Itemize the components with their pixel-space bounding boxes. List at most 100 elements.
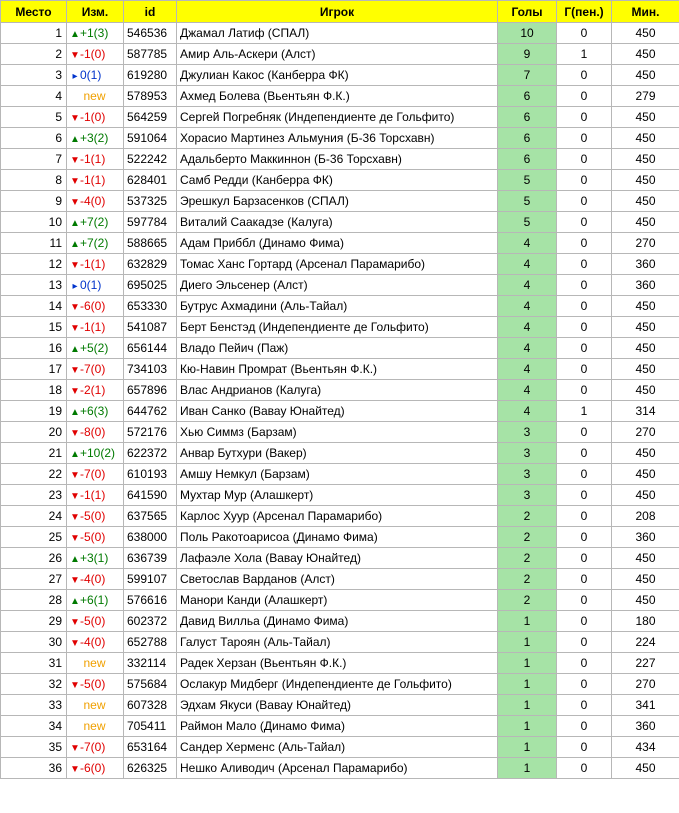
table-row[interactable]: 26 ▲+3(1) 636739 Лафаэле Хола (Вавау Юнайте…: [0, 547, 679, 569]
arrow-right-icon: ▸: [72, 71, 78, 82]
table-row[interactable]: 8 ▼-1(1) 628401 Самб Редди (Канберра ФК) 5 0 4…: [0, 169, 679, 191]
table-row[interactable]: 27 ▼-4(0) 599107 Светослав Варданов (Алст) 2…: [0, 568, 679, 590]
table-row[interactable]: 11 ▲+7(2) 588665 Адам Приббл (Динамо Фима) 4…: [0, 232, 679, 254]
table-row[interactable]: 25 ▼-5(0) 638000 Поль Ракотоарисоа (Динамо …: [0, 526, 679, 548]
table-row[interactable]: 24 ▼-5(0) 637565 Карлос Хуур (Арсенал Парам…: [0, 505, 679, 527]
change-value: -8(0): [80, 425, 106, 439]
change-value: 0(1): [80, 278, 102, 292]
table-row[interactable]: 36 ▼-6(0) 626325 Нешко Аливодич (Арсенал Па…: [0, 757, 679, 779]
header-place[interactable]: Место: [0, 0, 67, 23]
minutes-cell: 450: [611, 316, 679, 338]
change-value: -1(1): [80, 173, 106, 187]
table-row[interactable]: 32 ▼-5(0) 575684 Ослакур Мидберг (Индепенди…: [0, 673, 679, 695]
place-cell: 27: [0, 568, 67, 590]
table-row[interactable]: 4 new 578953 Ахмед Болева (Вьентьян Ф.К.) 6 0…: [0, 85, 679, 107]
place-cell: 30: [0, 631, 67, 653]
change-value: -1(1): [80, 257, 106, 271]
penalty-goals-cell: 0: [556, 631, 612, 653]
player-name-cell: Анвар Бутхури (Вакер): [176, 442, 498, 464]
change-value: -1(1): [80, 320, 106, 334]
place-cell: 3: [0, 64, 67, 86]
place-cell: 35: [0, 736, 67, 758]
table-row[interactable]: 14 ▼-6(0) 653330 Бутрус Ахмадини (Аль-Тайал…: [0, 295, 679, 317]
goals-cell: 3: [497, 421, 557, 443]
table-row[interactable]: 5 ▼-1(0) 564259 Сергей Погребняк (Индепенди…: [0, 106, 679, 128]
place-cell: 20: [0, 421, 67, 443]
header-goals[interactable]: Голы: [497, 0, 557, 23]
arrow-down-icon: ▼: [70, 323, 80, 334]
goals-cell: 2: [497, 505, 557, 527]
change-value: -4(0): [80, 635, 106, 649]
player-id-cell: 546536: [123, 22, 177, 44]
new-entry-badge: new: [83, 656, 106, 670]
goals-cell: 4: [497, 274, 557, 296]
goals-cell: 1: [497, 631, 557, 653]
table-row[interactable]: 7 ▼-1(1) 522242 Адальберто Маккиннон (Б-36 …: [0, 148, 679, 170]
player-id-cell: 657896: [123, 379, 177, 401]
header-player[interactable]: Игрок: [176, 0, 498, 23]
goals-cell: 2: [497, 547, 557, 569]
place-cell: 36: [0, 757, 67, 779]
table-row[interactable]: 1 ▲+1(3) 546536 Джамал Латиф (СПАЛ) 10 0 450: [0, 22, 679, 44]
table-row[interactable]: 35 ▼-7(0) 653164 Сандер Херменс (Аль-Тайал)…: [0, 736, 679, 758]
table-row[interactable]: 3 ▸ 0(1) 619280 Джулиан Какос (Канберра ФК) 7…: [0, 64, 679, 86]
table-row[interactable]: 15 ▼-1(1) 541087 Берт Бенстэд (Индепендиент…: [0, 316, 679, 338]
table-row[interactable]: 28 ▲+6(1) 576616 Манори Канди (Алашкерт) 2 0 4…: [0, 589, 679, 611]
arrow-down-icon: ▼: [70, 764, 80, 775]
table-row[interactable]: 20 ▼-8(0) 572176 Хью Симмз (Барзам) 3 0 270: [0, 421, 679, 443]
goals-cell: 9: [497, 43, 557, 65]
change-value: -6(0): [80, 761, 106, 775]
penalty-goals-cell: 0: [556, 274, 612, 296]
penalty-goals-cell: 0: [556, 568, 612, 590]
player-name-cell: Самб Редди (Канберра ФК): [176, 169, 498, 191]
arrow-up-icon: ▲: [70, 554, 80, 565]
player-name-cell: Ахмед Болева (Вьентьян Ф.К.): [176, 85, 498, 107]
table-row[interactable]: 9 ▼-4(0) 537325 Эрешкул Барзасенков (СПАЛ) 5…: [0, 190, 679, 212]
table-row[interactable]: 31 new 332114 Радек Херзан (Вьентьян Ф.К.) 1…: [0, 652, 679, 674]
player-name-cell: Манори Канди (Алашкерт): [176, 589, 498, 611]
header-penalties[interactable]: Г(пен.): [556, 0, 612, 23]
minutes-cell: 450: [611, 757, 679, 779]
place-cell: 12: [0, 253, 67, 275]
table-row[interactable]: 29 ▼-5(0) 602372 Давид Вилльа (Динамо Фима)…: [0, 610, 679, 632]
table-row[interactable]: 6 ▲+3(2) 591064 Хорасио Мартинез Альмуния (…: [0, 127, 679, 149]
change-value: -2(1): [80, 383, 106, 397]
table-row[interactable]: 23 ▼-1(1) 641590 Мухтар Мур (Алашкерт) 3 0 450: [0, 484, 679, 506]
place-cell: 8: [0, 169, 67, 191]
penalty-goals-cell: 0: [556, 421, 612, 443]
table-row[interactable]: 33 new 607328 Эдхам Якуси (Вавау Юнайтед) 1 0…: [0, 694, 679, 716]
table-row[interactable]: 10 ▲+7(2) 597784 Виталий Саакадзе (Калуга) 5…: [0, 211, 679, 233]
table-row[interactable]: 19 ▲+6(3) 644762 Иван Санко (Вавау Юнайтед)…: [0, 400, 679, 422]
place-cell: 26: [0, 547, 67, 569]
place-cell: 13: [0, 274, 67, 296]
change-cell: ▼-6(0): [66, 295, 124, 317]
table-row[interactable]: 18 ▼-2(1) 657896 Влас Андрианов (Калуга) 4 0 4…: [0, 379, 679, 401]
arrow-down-icon: ▼: [70, 743, 80, 754]
change-value: 0(1): [80, 68, 102, 82]
penalty-goals-cell: 0: [556, 358, 612, 380]
header-change[interactable]: Изм.: [66, 0, 124, 23]
player-id-cell: 653164: [123, 736, 177, 758]
goals-cell: 7: [497, 64, 557, 86]
header-minutes[interactable]: Мин.: [611, 0, 679, 23]
arrow-right-icon: ▸: [72, 281, 78, 292]
table-row[interactable]: 2 ▼-1(0) 587785 Амир Аль-Аскери (Алст) 9 1 450: [0, 43, 679, 65]
table-row[interactable]: 12 ▼-1(1) 632829 Томас Ханс Гортард (Арсена…: [0, 253, 679, 275]
table-row[interactable]: 21 ▲+10(2) 622372 Анвар Бутхури (Вакер) 3 0 45…: [0, 442, 679, 464]
place-cell: 18: [0, 379, 67, 401]
player-name-cell: Сандер Херменс (Аль-Тайал): [176, 736, 498, 758]
minutes-cell: 270: [611, 673, 679, 695]
table-row[interactable]: 13 ▸ 0(1) 695025 Диего Эльсенер (Алст) 4 0 360: [0, 274, 679, 296]
arrow-down-icon: ▼: [70, 470, 80, 481]
table-row[interactable]: 34 new 705411 Раймон Мало (Динамо Фима) 1 0 36…: [0, 715, 679, 737]
table-row[interactable]: 30 ▼-4(0) 652788 Галуст Тароян (Аль-Тайал) 1…: [0, 631, 679, 653]
place-cell: 29: [0, 610, 67, 632]
arrow-down-icon: ▼: [70, 638, 80, 649]
change-cell: ▲+6(3): [66, 400, 124, 422]
penalty-goals-cell: 0: [556, 547, 612, 569]
table-row[interactable]: 22 ▼-7(0) 610193 Амшу Немкул (Барзам) 3 0 450: [0, 463, 679, 485]
header-id[interactable]: id: [123, 0, 177, 23]
table-row[interactable]: 17 ▼-7(0) 734103 Кю-Навин Промрат (Вьентьян…: [0, 358, 679, 380]
place-cell: 15: [0, 316, 67, 338]
table-row[interactable]: 16 ▲+5(2) 656144 Владо Пейич (Паж) 4 0 450: [0, 337, 679, 359]
